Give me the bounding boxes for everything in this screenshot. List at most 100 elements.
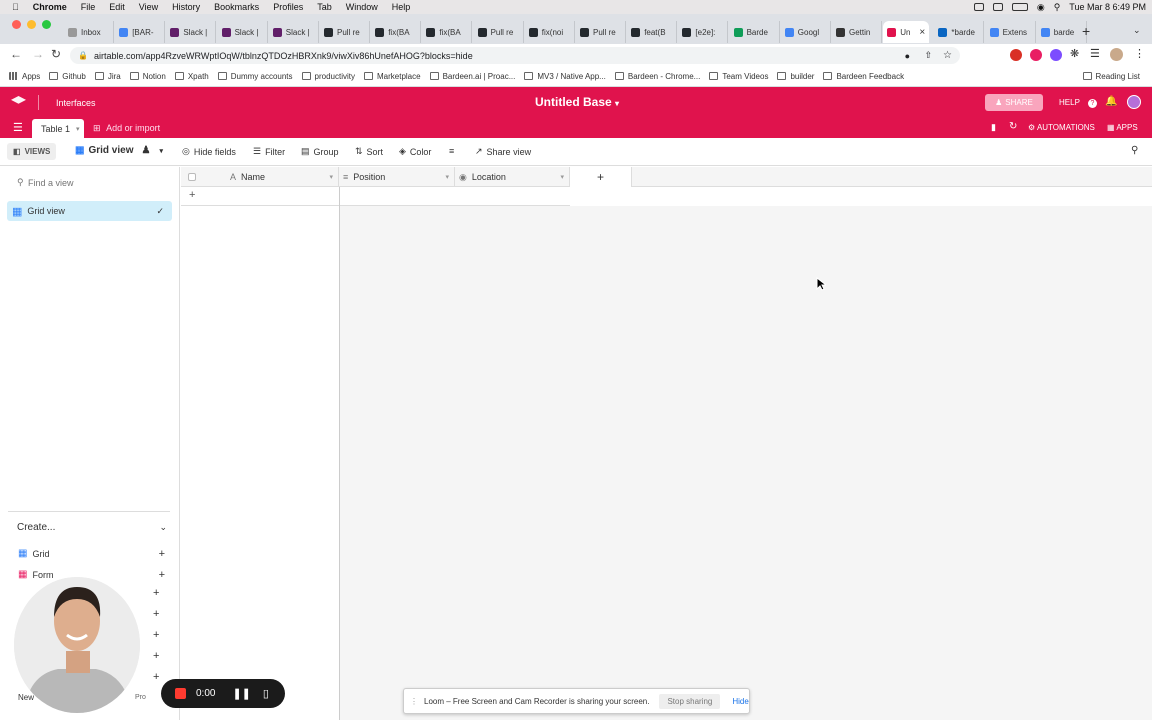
plus-icon[interactable]: +: [153, 650, 159, 662]
close-tab-icon[interactable]: ×: [919, 27, 925, 38]
menu-view[interactable]: View: [132, 2, 165, 12]
webcam-bubble[interactable]: [14, 577, 140, 713]
browser-tab[interactable]: [BAR-: [115, 21, 166, 43]
menu-history[interactable]: History: [165, 2, 207, 12]
browser-tab[interactable]: fix(BA: [422, 21, 473, 43]
bookmark-item[interactable]: Bardeen Feedback: [823, 72, 904, 81]
sort-button[interactable]: ⇅ Sort: [355, 146, 383, 157]
menu-edit[interactable]: Edit: [102, 2, 132, 12]
plus-icon[interactable]: +: [153, 587, 159, 599]
airtable-logo-icon[interactable]: [11, 96, 26, 104]
search-icon[interactable]: ⚲: [1054, 2, 1061, 13]
mic-icon[interactable]: ●: [905, 51, 910, 61]
forward-icon[interactable]: →: [32, 47, 44, 61]
menu-file[interactable]: File: [74, 2, 103, 12]
bookmark-item[interactable]: builder: [777, 72, 814, 81]
views-toggle[interactable]: ◧ VIEWS: [7, 143, 57, 160]
bookmark-item[interactable]: Bardeen - Chrome...: [614, 72, 700, 81]
plus-icon[interactable]: +: [153, 629, 159, 641]
browser-tab[interactable]: Pull re: [474, 21, 524, 43]
bookmark-item[interactable]: MV3 / Native App...: [524, 72, 606, 81]
share-button[interactable]: ♟ SHARE: [985, 94, 1043, 111]
browser-tab[interactable]: Extens: [986, 21, 1036, 43]
bookmark-star-icon[interactable]: ☆: [943, 50, 952, 61]
add-row-button[interactable]: +: [181, 187, 570, 206]
battery-icon[interactable]: [1011, 3, 1028, 11]
column-header-position[interactable]: ≡ Position ▾: [339, 167, 455, 187]
hide-fields-button[interactable]: ◎ Hide fields: [182, 146, 236, 157]
window-zoom-button[interactable]: [42, 20, 51, 29]
create-item-grid[interactable]: ▦ Grid +: [18, 548, 165, 560]
group-button[interactable]: ▤ Group: [301, 146, 339, 157]
plus-icon[interactable]: +: [153, 608, 159, 620]
browser-tab[interactable]: Barde: [730, 21, 780, 43]
tab-search-icon[interactable]: ⌄: [1133, 25, 1141, 36]
select-all-checkbox[interactable]: [188, 173, 196, 181]
add-field-button[interactable]: +: [570, 167, 632, 187]
plus-icon[interactable]: +: [153, 671, 159, 683]
new-tab-icon[interactable]: +: [1082, 23, 1090, 39]
status-icon[interactable]: [992, 3, 1003, 11]
stop-sharing-button[interactable]: Stop sharing: [659, 693, 721, 709]
stop-record-button[interactable]: [175, 688, 186, 699]
reading-list[interactable]: Reading List: [1082, 72, 1140, 81]
hide-button[interactable]: Hide: [732, 697, 748, 706]
media-icon[interactable]: ☰: [1090, 47, 1100, 60]
url-field[interactable]: 🔒 airtable.com/app4RzveWRWptIOqW/tblnzQT…: [70, 47, 960, 64]
trash-icon[interactable]: ▯: [263, 687, 269, 700]
browser-tab[interactable]: Un ×: [883, 21, 930, 43]
bookmark-item[interactable]: Bardeen.ai | Proac...: [429, 72, 515, 81]
interfaces-link[interactable]: Interfaces: [56, 98, 96, 108]
menu-app-name[interactable]: Chrome: [26, 2, 74, 12]
create-section-header[interactable]: Create... ⌄: [17, 522, 167, 533]
row-height-icon[interactable]: ≡: [449, 146, 454, 156]
bookmark-item[interactable]: Jira: [94, 72, 121, 81]
browser-tab[interactable]: fix(noi: [525, 21, 575, 43]
browser-tab[interactable]: *barde: [934, 21, 985, 43]
bookmark-item[interactable]: Github: [49, 72, 86, 81]
menu-tab[interactable]: Tab: [310, 2, 339, 12]
menu-help[interactable]: Help: [385, 2, 418, 12]
column-header-name[interactable]: A Name ▾: [224, 167, 339, 187]
browser-tab[interactable]: Googl: [781, 21, 831, 43]
browser-tab[interactable]: Pull re: [576, 21, 626, 43]
browser-tab[interactable]: [e2e]:: [678, 21, 729, 43]
menu-window[interactable]: Window: [339, 2, 385, 12]
puzzle-icon[interactable]: ❋: [1070, 47, 1079, 60]
color-button[interactable]: ◈ Color: [399, 146, 431, 157]
help-button[interactable]: HELP ?: [1059, 98, 1097, 108]
browser-tab[interactable]: Slack |: [166, 21, 217, 43]
bookmark-item[interactable]: Notion: [129, 72, 166, 81]
back-icon[interactable]: ←: [10, 47, 22, 61]
menu-profiles[interactable]: Profiles: [266, 2, 310, 12]
view-switcher[interactable]: ▦ Grid view ♟ ▾: [75, 145, 163, 156]
apps-button[interactable]: ▦ APPS: [1107, 123, 1138, 132]
wifi-icon[interactable]: ◉: [1037, 2, 1045, 13]
status-icon[interactable]: [973, 3, 984, 11]
browser-tab[interactable]: Pull re: [320, 21, 370, 43]
pause-icon[interactable]: ❚❚: [232, 687, 250, 700]
bookmark-item[interactable]: Marketplace: [364, 72, 421, 81]
column-header-location[interactable]: ◉ Location ▾: [455, 167, 570, 187]
menubar-clock[interactable]: Tue Mar 8 6:49 PM: [1069, 2, 1146, 12]
browser-tab[interactable]: Gettin: [832, 21, 882, 43]
bell-icon[interactable]: 🔔: [1105, 96, 1117, 107]
share-icon[interactable]: ⇧: [924, 50, 932, 61]
window-minimize-button[interactable]: [27, 20, 36, 29]
sidebar-item-grid-view[interactable]: ▦ Grid view ✓: [7, 201, 172, 221]
browser-tab[interactable]: fix(BA: [371, 21, 422, 43]
add-import-button[interactable]: ⊞ Add or import: [93, 123, 160, 134]
drag-handle-icon[interactable]: ⋮: [410, 697, 418, 706]
account-avatar[interactable]: [1127, 95, 1141, 109]
find-view-input[interactable]: [28, 175, 168, 191]
profile-avatar[interactable]: [1110, 48, 1123, 61]
automations-button[interactable]: ⚙ AUTOMATIONS: [1028, 123, 1095, 132]
bookmark-item[interactable]: Xpath: [174, 72, 209, 81]
history-icon[interactable]: ↻: [1009, 121, 1017, 132]
trash-icon[interactable]: ▮: [991, 122, 996, 133]
reload-icon[interactable]: ↻: [51, 47, 61, 61]
window-close-button[interactable]: [12, 20, 21, 29]
extension-icon[interactable]: [1030, 49, 1042, 61]
bookmark-item[interactable]: productivity: [301, 72, 355, 81]
chrome-menu-icon[interactable]: ⋮: [1134, 47, 1145, 60]
